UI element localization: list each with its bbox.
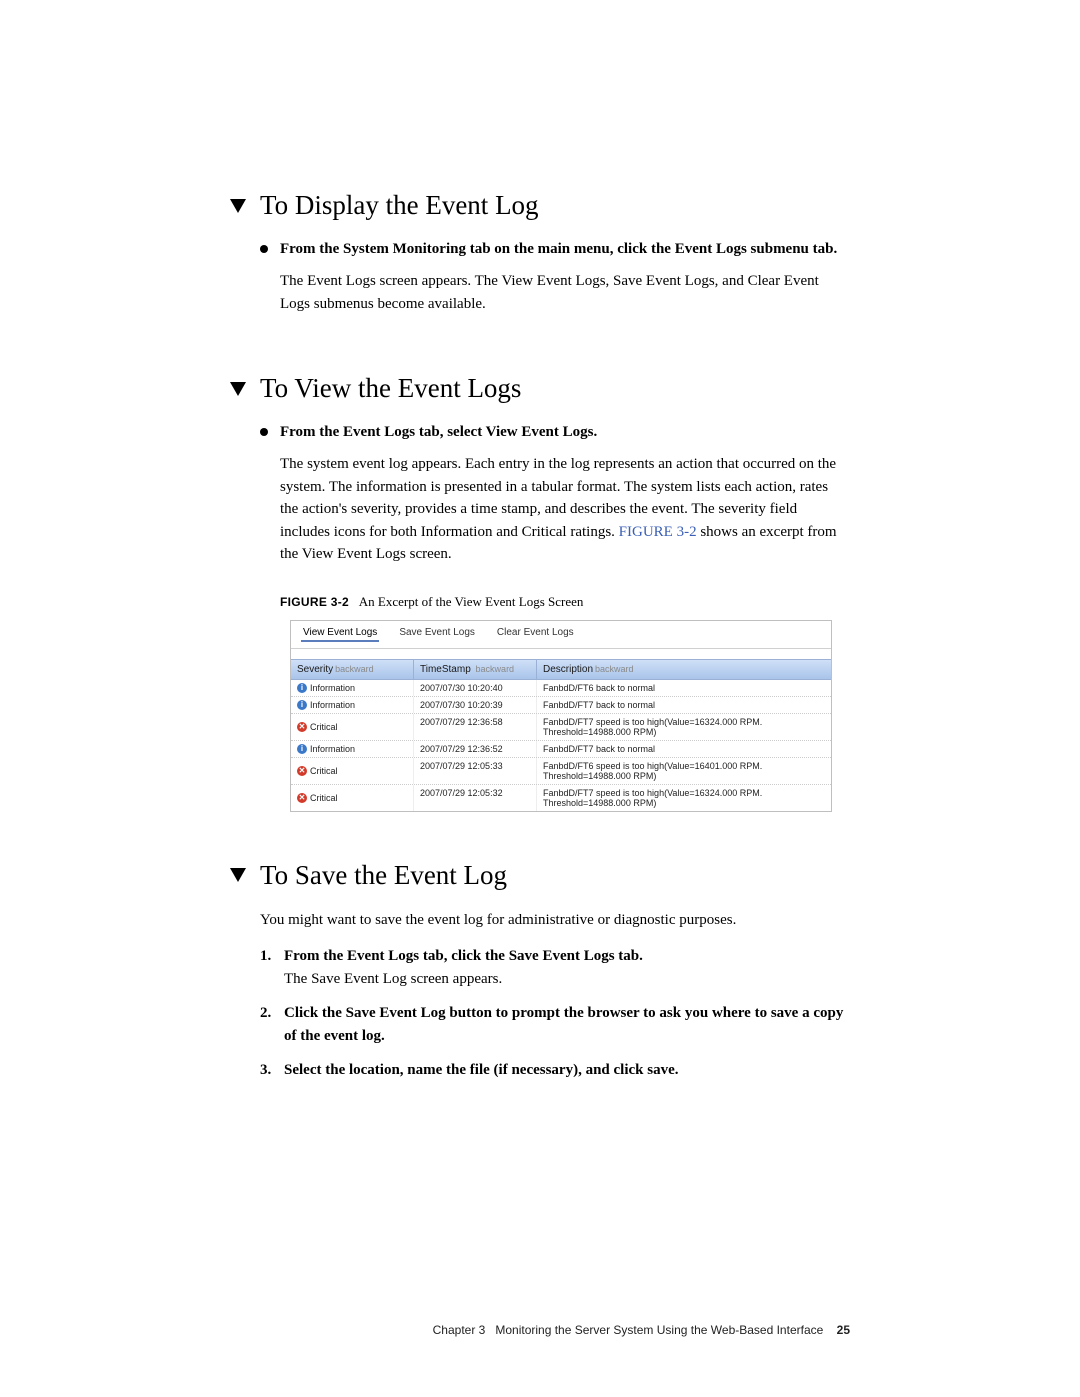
list-number: 2.: [260, 1002, 278, 1047]
list-item: 2. Click the Save Event Log button to pr…: [260, 1002, 850, 1047]
cell-timestamp: 2007/07/30 10:20:40: [414, 680, 537, 696]
paragraph: You might want to save the event log for…: [260, 909, 850, 932]
bullet-item: From the System Monitoring tab on the ma…: [260, 239, 850, 260]
col-header-label: TimeStamp: [420, 664, 471, 675]
list-item: 1. From the Event Logs tab, click the Sa…: [260, 945, 850, 990]
heading-save-event-log: To Save the Event Log: [230, 860, 850, 891]
bullet-bold-text: From the Event Logs tab, select View Eve…: [280, 422, 850, 443]
table-row: iInformation2007/07/29 12:36:52FanbdD/FT…: [291, 741, 831, 758]
step-plain: The Save Event Log screen appears.: [284, 968, 643, 991]
cell-severity: iInformation: [291, 741, 414, 757]
figure-caption: FIGURE 3-2 An Excerpt of the View Event …: [280, 594, 850, 610]
info-icon: i: [297, 700, 307, 710]
paragraph: The Event Logs screen appears. The View …: [280, 270, 850, 315]
heading-text: To View the Event Logs: [260, 373, 521, 404]
cell-timestamp: 2007/07/29 12:36:52: [414, 741, 537, 757]
triangle-down-icon: [230, 199, 246, 213]
severity-label: Information: [310, 700, 355, 710]
table-row: iInformation2007/07/30 10:20:40FanbdD/FT…: [291, 680, 831, 697]
heading-text: To Display the Event Log: [260, 190, 539, 221]
cell-severity: ✕Critical: [291, 785, 414, 811]
list-number: 3.: [260, 1059, 278, 1082]
screenshot-event-logs: View Event Logs Save Event Logs Clear Ev…: [290, 620, 832, 812]
page-number: 25: [837, 1323, 850, 1337]
list-item: 3. Select the location, name the file (i…: [260, 1059, 850, 1082]
cell-severity: iInformation: [291, 697, 414, 713]
tab-clear-event-logs[interactable]: Clear Event Logs: [495, 625, 576, 642]
step-bold: Click the Save Event Log button to promp…: [284, 1002, 850, 1047]
tab-save-event-logs[interactable]: Save Event Logs: [397, 625, 477, 642]
table-header-row: Severitybackward TimeStamp backward Desc…: [291, 659, 831, 680]
cell-description: FanbdD/FT7 back to normal: [537, 741, 831, 757]
step-bold: Select the location, name the file (if n…: [284, 1059, 679, 1082]
cell-timestamp: 2007/07/29 12:05:33: [414, 758, 537, 784]
severity-label: Critical: [310, 766, 338, 776]
triangle-down-icon: [230, 868, 246, 882]
footer-chapter: Chapter 3: [433, 1323, 486, 1337]
cell-timestamp: 2007/07/29 12:36:58: [414, 714, 537, 740]
severity-label: Information: [310, 744, 355, 754]
figure-caption-text: An Excerpt of the View Event Logs Screen: [359, 594, 584, 609]
col-header-timestamp[interactable]: TimeStamp backward: [414, 660, 537, 679]
cell-severity: ✕Critical: [291, 714, 414, 740]
critical-icon: ✕: [297, 793, 307, 803]
bullet-item: From the Event Logs tab, select View Eve…: [260, 422, 850, 443]
cell-timestamp: 2007/07/29 12:05:32: [414, 785, 537, 811]
cell-description: FanbdD/FT6 speed is too high(Value=16401…: [537, 758, 831, 784]
severity-label: Information: [310, 683, 355, 693]
table-row: ✕Critical2007/07/29 12:05:32FanbdD/FT7 s…: [291, 785, 831, 811]
triangle-down-icon: [230, 382, 246, 396]
col-header-label: Description: [543, 664, 593, 675]
cell-description: FanbdD/FT7 speed is too high(Value=16324…: [537, 714, 831, 740]
screenshot-tabs: View Event Logs Save Event Logs Clear Ev…: [291, 621, 831, 649]
bullet-icon: [260, 428, 268, 436]
table-row: ✕Critical2007/07/29 12:05:33FanbdD/FT6 s…: [291, 758, 831, 785]
bullet-bold-text: From the System Monitoring tab on the ma…: [280, 239, 850, 260]
sort-backward: backward: [476, 664, 515, 674]
cell-severity: ✕Critical: [291, 758, 414, 784]
list-number: 1.: [260, 945, 278, 990]
critical-icon: ✕: [297, 722, 307, 732]
col-header-severity[interactable]: Severitybackward: [291, 660, 414, 679]
figure-label: FIGURE 3-2: [280, 595, 349, 609]
step-bold: From the Event Logs tab, click the Save …: [284, 945, 643, 968]
table-row: iInformation2007/07/30 10:20:39FanbdD/FT…: [291, 697, 831, 714]
ordered-list: 1. From the Event Logs tab, click the Sa…: [260, 945, 850, 1082]
sort-backward: backward: [335, 664, 374, 674]
col-header-description[interactable]: Descriptionbackward: [537, 660, 831, 679]
cell-severity: iInformation: [291, 680, 414, 696]
cell-timestamp: 2007/07/30 10:20:39: [414, 697, 537, 713]
heading-display-event-log: To Display the Event Log: [230, 190, 850, 221]
heading-text: To Save the Event Log: [260, 860, 507, 891]
footer-title: Monitoring the Server System Using the W…: [495, 1323, 823, 1337]
bullet-icon: [260, 245, 268, 253]
col-header-label: Severity: [297, 664, 333, 675]
cell-description: FanbdD/FT7 back to normal: [537, 697, 831, 713]
severity-label: Critical: [310, 793, 338, 803]
tab-view-event-logs[interactable]: View Event Logs: [301, 625, 379, 642]
page-footer: Chapter 3 Monitoring the Server System U…: [433, 1323, 850, 1337]
table-row: ✕Critical2007/07/29 12:36:58FanbdD/FT7 s…: [291, 714, 831, 741]
info-icon: i: [297, 744, 307, 754]
cell-description: FanbdD/FT6 back to normal: [537, 680, 831, 696]
info-icon: i: [297, 683, 307, 693]
cell-description: FanbdD/FT7 speed is too high(Value=16324…: [537, 785, 831, 811]
paragraph: The system event log appears. Each entry…: [280, 453, 850, 566]
severity-label: Critical: [310, 722, 338, 732]
page: To Display the Event Log From the System…: [0, 0, 1080, 1397]
table-body: iInformation2007/07/30 10:20:40FanbdD/FT…: [291, 680, 831, 811]
figure-ref-link[interactable]: FIGURE 3-2: [619, 524, 697, 540]
sort-backward: backward: [595, 664, 634, 674]
critical-icon: ✕: [297, 766, 307, 776]
heading-view-event-logs: To View the Event Logs: [230, 373, 850, 404]
